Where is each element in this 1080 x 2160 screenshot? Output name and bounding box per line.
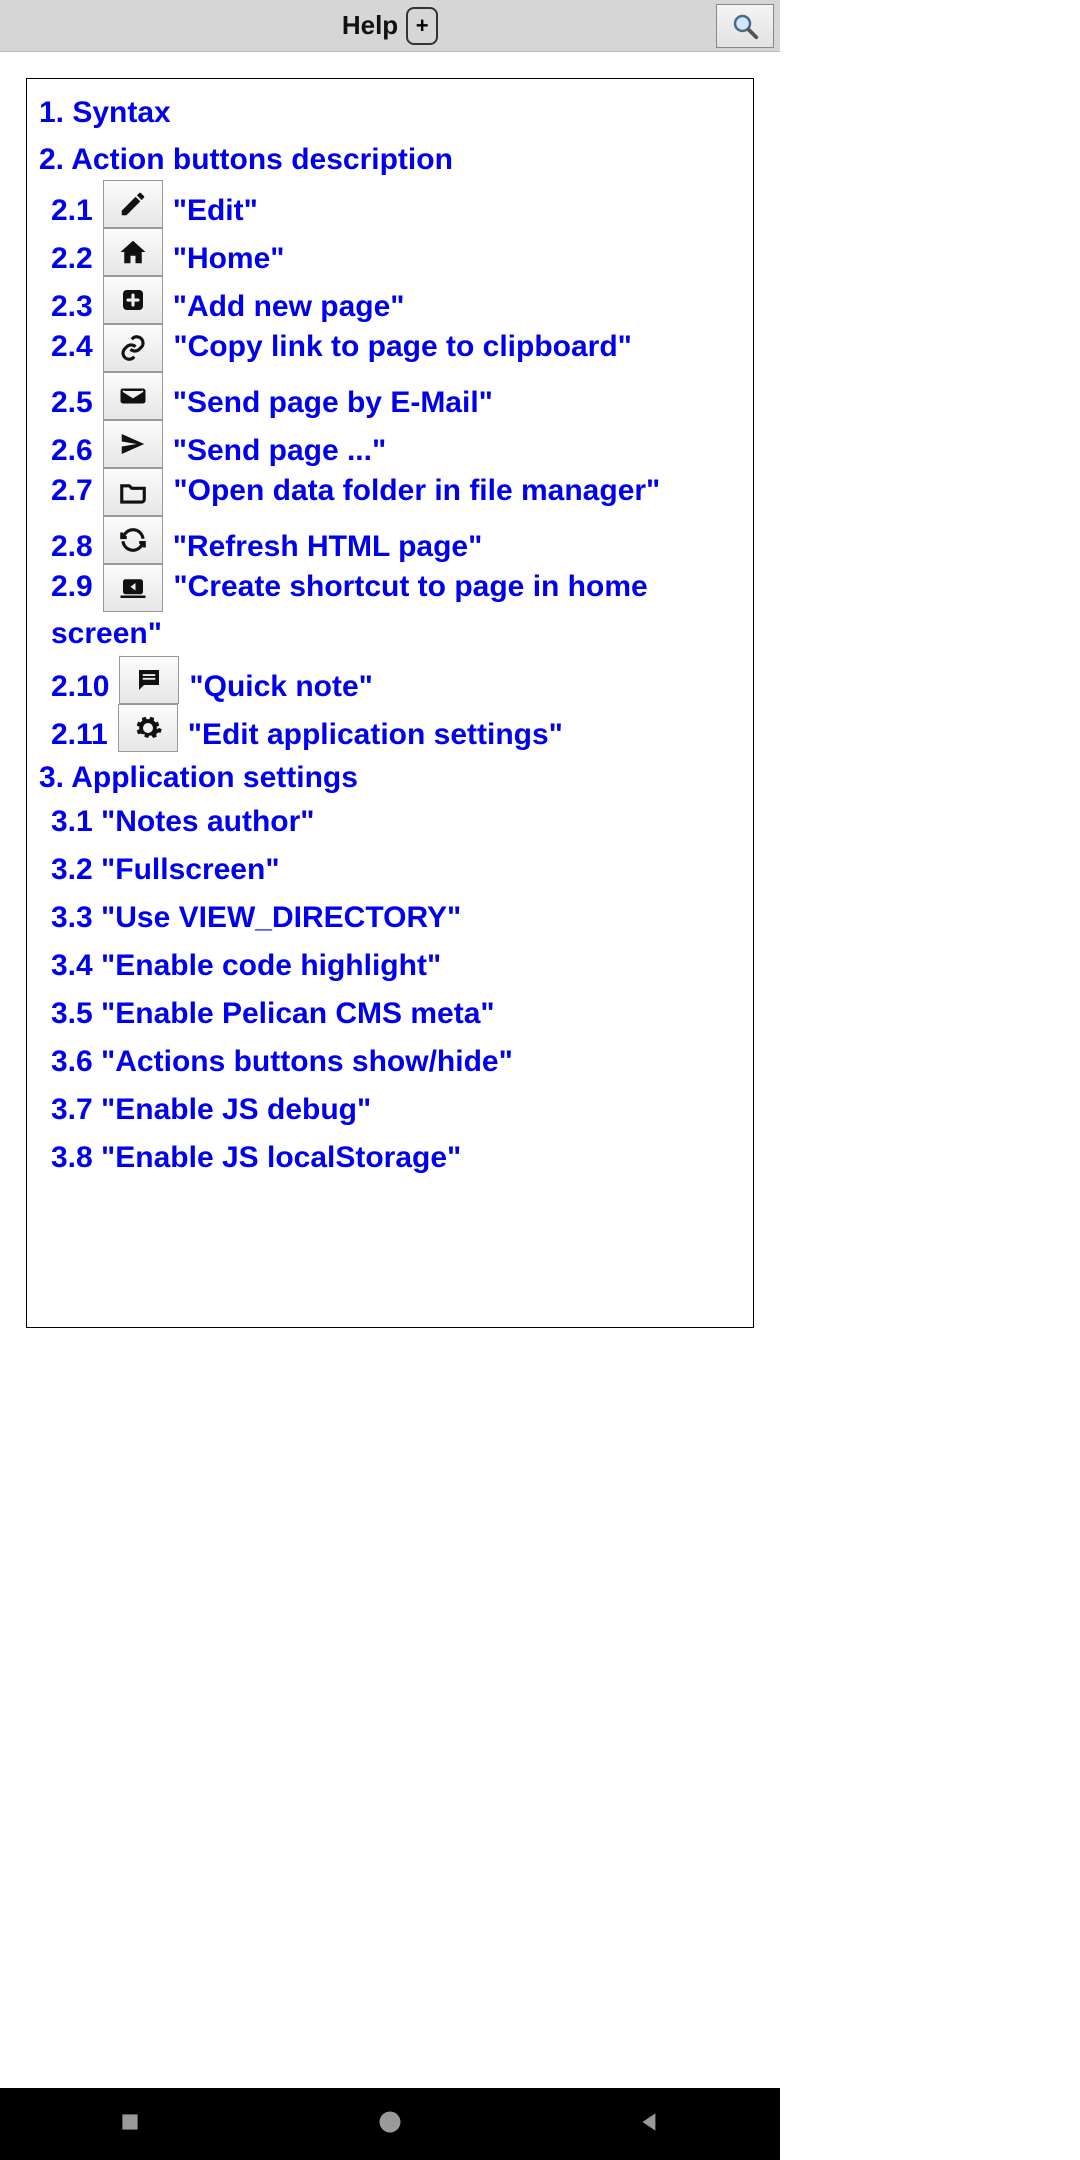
search-icon (730, 11, 760, 41)
toc-item-edit[interactable]: 2.1 "Edit" (51, 180, 741, 228)
recent-apps-button[interactable] (117, 2109, 143, 2140)
toc-3-8[interactable]: 3.8 "Enable JS localStorage" (51, 1141, 461, 1174)
back-button[interactable] (637, 2109, 663, 2140)
toc-3-2[interactable]: 3.2 "Fullscreen" (51, 853, 280, 886)
home-button[interactable] (376, 2108, 404, 2141)
toc-action-buttons[interactable]: 2. Action buttons description (39, 143, 453, 176)
toc-item-refresh[interactable]: 2.8 "Refresh HTML page" (51, 516, 741, 564)
toc-item-settings[interactable]: 2.11 "Edit application settings" (51, 704, 741, 752)
page-title: Help (342, 10, 398, 41)
search-button[interactable] (716, 4, 774, 48)
refresh-icon[interactable] (103, 516, 163, 564)
toc-3-6[interactable]: 3.6 "Actions buttons show/hide" (51, 1045, 513, 1078)
android-navbar (0, 2088, 780, 2160)
toc-3-5[interactable]: 3.5 "Enable Pelican CMS meta" (51, 997, 495, 1030)
toc-app-settings[interactable]: 3. Application settings (39, 761, 358, 794)
expand-button[interactable]: + (406, 7, 438, 45)
note-icon[interactable] (119, 656, 179, 704)
toc-item-shortcut[interactable]: 2.9 "Create shortcut to page in home scr… (51, 564, 741, 656)
toc-item-add-page[interactable]: 2.3 "Add new page" (51, 276, 741, 324)
toc-item-home[interactable]: 2.2 "Home" (51, 228, 741, 276)
shortcut-icon[interactable] (103, 564, 163, 612)
toc-3-3[interactable]: 3.3 "Use VIEW_DIRECTORY" (51, 901, 461, 934)
pencil-icon[interactable] (103, 180, 163, 228)
add-box-icon[interactable] (103, 276, 163, 324)
send-icon[interactable] (103, 420, 163, 468)
help-toc: 1. Syntax 2. Action buttons description … (26, 78, 754, 1328)
toc-3-1[interactable]: 3.1 "Notes author" (51, 805, 315, 838)
toc-syntax[interactable]: 1. Syntax (39, 96, 171, 129)
mail-icon[interactable] (103, 372, 163, 420)
toc-3-7[interactable]: 3.7 "Enable JS debug" (51, 1093, 371, 1126)
toc-item-email[interactable]: 2.5 "Send page by E-Mail" (51, 372, 741, 420)
link-icon[interactable] (103, 324, 163, 372)
app-header: Help + (0, 0, 780, 52)
toc-item-send[interactable]: 2.6 "Send page ..." (51, 420, 741, 468)
home-icon[interactable] (103, 228, 163, 276)
toc-item-folder[interactable]: 2.7 "Open data folder in file manager" (51, 468, 741, 516)
gear-icon[interactable] (118, 704, 178, 752)
folder-icon[interactable] (103, 468, 163, 516)
toc-item-quicknote[interactable]: 2.10 "Quick note" (51, 656, 741, 704)
toc-3-4[interactable]: 3.4 "Enable code highlight" (51, 949, 441, 982)
toc-item-copy-link[interactable]: 2.4 "Copy link to page to clipboard" (51, 324, 741, 372)
